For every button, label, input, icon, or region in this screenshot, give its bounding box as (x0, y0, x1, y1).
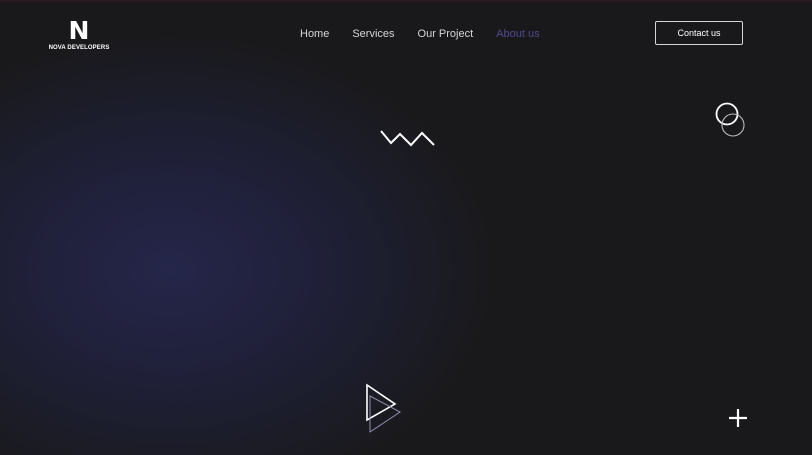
nav-services[interactable]: Services (352, 28, 394, 41)
contact-us-button[interactable]: Contact us (655, 21, 743, 45)
logo[interactable]: N NOVA DEVELOPERS (48, 16, 110, 52)
logo-text: NOVA DEVELOPERS (48, 45, 110, 51)
plus-icon (729, 409, 747, 427)
main-nav: Home Services Our Project About us (300, 28, 563, 41)
nav-about-us[interactable]: About us (496, 28, 539, 41)
double-circle-icon (715, 102, 745, 137)
nav-home[interactable]: Home (300, 28, 329, 41)
zigzag-icon (380, 130, 435, 147)
site-header: N NOVA DEVELOPERS Home Services Our Proj… (0, 0, 812, 70)
play-triangle-icon (366, 383, 401, 433)
logo-mark: N (68, 16, 90, 45)
nav-our-project[interactable]: Our Project (418, 28, 474, 41)
